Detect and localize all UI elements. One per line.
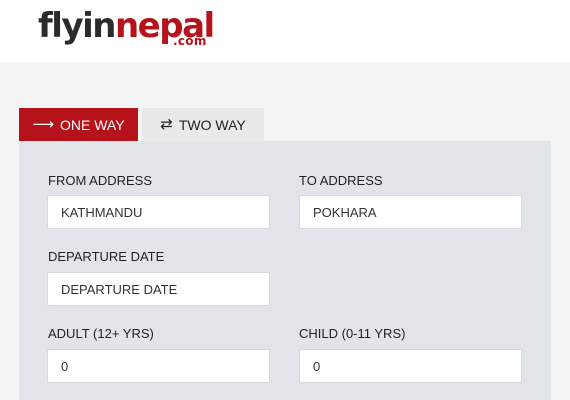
departure-date-input[interactable]: DEPARTURE DATE — [47, 272, 270, 306]
tab-two-way-label: TWO WAY — [178, 116, 246, 133]
logo-wordmark-flyin: flyin — [38, 6, 116, 46]
logo-domain: .com — [173, 34, 207, 48]
from-address-label: FROM ADDRESS — [48, 173, 153, 188]
child-count-label: CHILD (0-11 YRS) — [299, 326, 406, 341]
swap-arrows-icon: ⇄ — [160, 115, 173, 133]
tab-one-way[interactable]: ⟶ ONE WAY — [19, 108, 138, 141]
departure-date-label: DEPARTURE DATE — [48, 249, 165, 264]
adult-count-label: ADULT (12+ YRS) — [48, 326, 154, 341]
tab-two-way[interactable]: ⇄ TWO WAY — [142, 108, 264, 141]
from-address-input[interactable]: KATHMANDU — [47, 195, 270, 229]
to-address-input[interactable]: POKHARA — [299, 195, 522, 229]
tab-one-way-label: ONE WAY — [59, 116, 125, 133]
adult-count-input[interactable]: 0 — [47, 349, 270, 383]
flyinnepal-logo[interactable]: flyinnepal .com — [38, 4, 218, 56]
arrow-right-icon: ⟶ — [32, 115, 54, 133]
to-address-label: TO ADDRESS — [299, 173, 383, 188]
site-header: flyinnepal .com — [0, 0, 570, 62]
child-count-input[interactable]: 0 — [299, 349, 522, 383]
